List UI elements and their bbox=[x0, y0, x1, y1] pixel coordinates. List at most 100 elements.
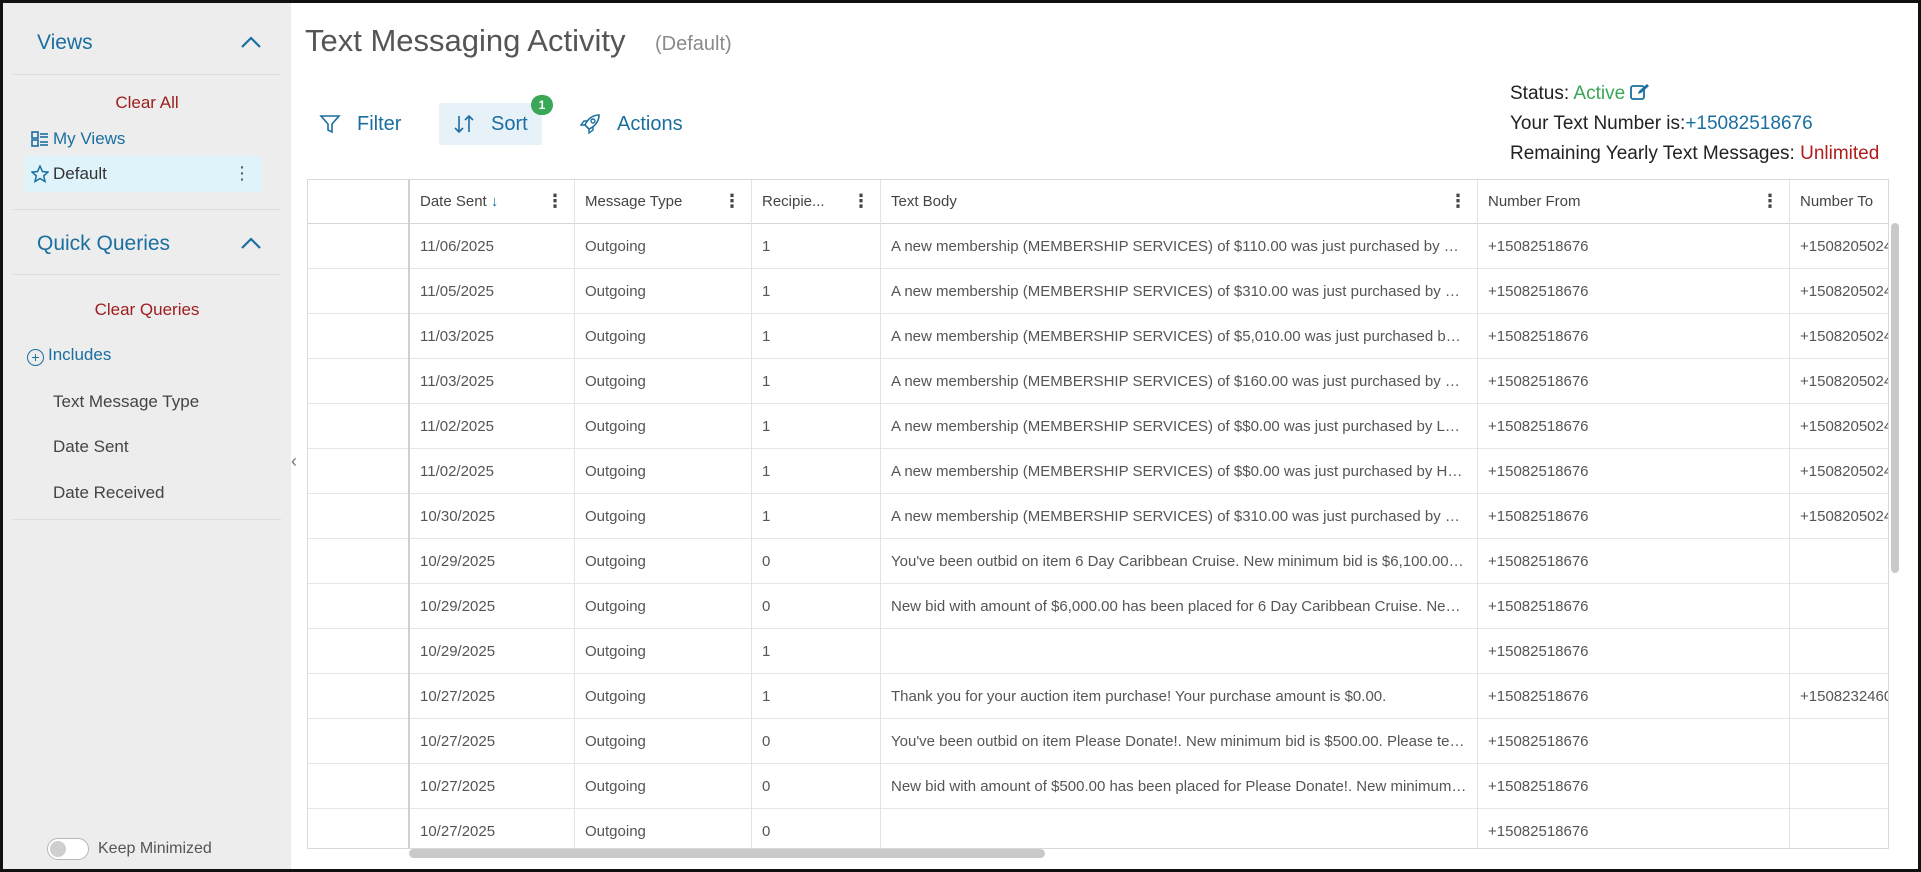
number-to-cell bbox=[1790, 764, 1888, 809]
includes-label: Includes bbox=[48, 345, 112, 364]
number-from-cell: +15082518676 bbox=[1478, 719, 1790, 764]
number-from-cell: +15082518676 bbox=[1478, 809, 1790, 848]
message-type-cell: Outgoing bbox=[575, 449, 752, 494]
message-type-cell: Outgoing bbox=[575, 584, 752, 629]
table-row[interactable]: 11/03/2025 Outgoing 1 A new membership (MEM… bbox=[308, 359, 1888, 404]
default-view-item[interactable]: Default ⋮ bbox=[25, 156, 261, 192]
column-header-text-body[interactable]: Text Body ⋮ bbox=[881, 180, 1478, 224]
number-from-cell: +15082518676 bbox=[1478, 224, 1790, 269]
table-row[interactable]: 10/30/2025 Outgoing 1 A new membership (MEM… bbox=[308, 494, 1888, 539]
table-row[interactable]: 11/02/2025 Outgoing 1 A new membership (MEM… bbox=[308, 404, 1888, 449]
column-menu-icon[interactable]: ⋮ bbox=[546, 191, 564, 212]
horizontal-scrollbar[interactable] bbox=[409, 849, 1045, 858]
keep-minimized-toggle[interactable] bbox=[47, 838, 89, 860]
message-type-cell: Outgoing bbox=[575, 269, 752, 314]
column-label: Text Body bbox=[891, 193, 957, 210]
recipients-cell: 0 bbox=[752, 584, 881, 629]
star-icon[interactable] bbox=[31, 165, 49, 183]
date-sent-cell: 10/30/2025 bbox=[410, 494, 575, 539]
date-sent-cell: 10/29/2025 bbox=[410, 584, 575, 629]
column-header-message-type[interactable]: Message Type ⋮ bbox=[575, 180, 752, 224]
divider bbox=[13, 519, 281, 520]
quick-queries-header[interactable]: Quick Queries bbox=[13, 209, 281, 275]
text-body-cell: New bid with amount of $6,000.00 has bee… bbox=[881, 584, 1478, 629]
views-header[interactable]: Views bbox=[13, 9, 281, 75]
column-header-number-from[interactable]: Number From ⋮ bbox=[1478, 180, 1790, 224]
row-spacer bbox=[308, 629, 410, 674]
table-row[interactable]: 10/29/2025 Outgoing 1 +15082518676 bbox=[308, 629, 1888, 674]
collapse-sidebar-icon[interactable]: ‹ bbox=[291, 451, 297, 472]
table-row[interactable]: 10/29/2025 Outgoing 0 New bid with amount o… bbox=[308, 584, 1888, 629]
number-from-cell: +15082518676 bbox=[1478, 584, 1790, 629]
views-title: Views bbox=[37, 31, 93, 54]
table-row[interactable]: 10/27/2025 Outgoing 1 Thank you for your au… bbox=[308, 674, 1888, 719]
filter-label: Filter bbox=[357, 112, 402, 135]
column-menu-icon[interactable]: ⋮ bbox=[1761, 191, 1779, 212]
clear-all-button[interactable]: Clear All bbox=[13, 93, 281, 113]
actions-button[interactable]: Actions bbox=[579, 103, 683, 145]
query-text-message-type[interactable]: Text Message Type bbox=[53, 392, 199, 412]
message-type-cell: Outgoing bbox=[575, 314, 752, 359]
row-spacer bbox=[308, 539, 410, 584]
recipients-cell: 1 bbox=[752, 449, 881, 494]
table-row[interactable]: 10/29/2025 Outgoing 0 You've been outbid on… bbox=[308, 539, 1888, 584]
sort-down-arrow-icon: ↓ bbox=[490, 193, 499, 210]
column-menu-icon[interactable]: ⋮ bbox=[852, 191, 870, 212]
number-to-cell: +15082050244 bbox=[1790, 494, 1888, 539]
number-from-cell: +15082518676 bbox=[1478, 629, 1790, 674]
query-date-received[interactable]: Date Received bbox=[53, 483, 165, 503]
column-menu-icon[interactable]: ⋮ bbox=[1449, 191, 1467, 212]
text-body-cell: You've been outbid on item Please Donate… bbox=[881, 719, 1478, 764]
text-body-cell: Thank you for your auction item purchase… bbox=[881, 674, 1478, 719]
sort-button[interactable]: Sort bbox=[439, 103, 542, 145]
chevron-up-icon[interactable] bbox=[239, 31, 263, 55]
text-body-cell bbox=[881, 809, 1478, 848]
table-row[interactable]: 11/06/2025 Outgoing 1 A new membership (MEM… bbox=[308, 224, 1888, 269]
date-sent-cell: 11/02/2025 bbox=[410, 449, 575, 494]
table-row[interactable]: 11/03/2025 Outgoing 1 A new membership (MEM… bbox=[308, 314, 1888, 359]
page-title: Text Messaging Activity bbox=[305, 23, 626, 58]
column-header-date-sent[interactable]: Date Sent ↓ ⋮ bbox=[410, 180, 575, 224]
number-from-cell: +15082518676 bbox=[1478, 359, 1790, 404]
text-body-cell: A new membership (MEMBERSHIP SERVICES) o… bbox=[881, 314, 1478, 359]
status-value: Active bbox=[1573, 83, 1626, 104]
text-body-cell: A new membership (MEMBERSHIP SERVICES) o… bbox=[881, 359, 1478, 404]
table-row[interactable]: 10/27/2025 Outgoing 0 You've been outbid on… bbox=[308, 719, 1888, 764]
quick-queries-title: Quick Queries bbox=[37, 232, 171, 255]
default-view-label: Default bbox=[53, 164, 107, 183]
more-options-icon[interactable]: ⋮ bbox=[233, 163, 251, 184]
chevron-up-icon[interactable] bbox=[239, 232, 263, 256]
recipients-cell: 0 bbox=[752, 719, 881, 764]
text-number-value[interactable]: +15082518676 bbox=[1685, 113, 1812, 134]
number-from-cell: +15082518676 bbox=[1478, 269, 1790, 314]
table-row[interactable]: 10/27/2025 Outgoing 0 New bid with amount o… bbox=[308, 764, 1888, 809]
vertical-scrollbar[interactable] bbox=[1891, 223, 1899, 573]
row-spacer bbox=[308, 269, 410, 314]
table-row[interactable]: 11/02/2025 Outgoing 1 A new membership (MEM… bbox=[308, 449, 1888, 494]
text-body-cell: A new membership (MEMBERSHIP SERVICES) o… bbox=[881, 494, 1478, 539]
query-date-sent[interactable]: Date Sent bbox=[53, 437, 129, 457]
edit-icon[interactable] bbox=[1630, 83, 1650, 101]
table-row[interactable]: 11/05/2025 Outgoing 1 A new membership (MEM… bbox=[308, 269, 1888, 314]
table-row[interactable]: 10/27/2025 Outgoing 0 +15082518676 bbox=[308, 809, 1888, 848]
message-type-cell: Outgoing bbox=[575, 674, 752, 719]
date-sent-cell: 10/29/2025 bbox=[410, 539, 575, 584]
number-to-cell: +15082050244 bbox=[1790, 224, 1888, 269]
filter-button[interactable]: Filter bbox=[319, 103, 401, 145]
number-from-cell: +15082518676 bbox=[1478, 404, 1790, 449]
message-type-cell: Outgoing bbox=[575, 539, 752, 584]
recipients-cell: 1 bbox=[752, 629, 881, 674]
recipients-cell: 1 bbox=[752, 224, 881, 269]
number-from-cell: +15082518676 bbox=[1478, 449, 1790, 494]
my-views-item[interactable]: My Views bbox=[25, 121, 261, 157]
keep-minimized-label: Keep Minimized bbox=[98, 840, 212, 857]
column-header-number-to[interactable]: Number To bbox=[1790, 180, 1888, 224]
message-type-cell: Outgoing bbox=[575, 809, 752, 848]
status-line: Status: Active bbox=[1510, 83, 1650, 105]
number-to-cell bbox=[1790, 584, 1888, 629]
includes-link[interactable]: + Includes bbox=[27, 345, 112, 366]
message-type-cell: Outgoing bbox=[575, 359, 752, 404]
column-header-recipients[interactable]: Recipie... ⋮ bbox=[752, 180, 881, 224]
column-menu-icon[interactable]: ⋮ bbox=[723, 191, 741, 212]
clear-queries-button[interactable]: Clear Queries bbox=[13, 300, 281, 320]
